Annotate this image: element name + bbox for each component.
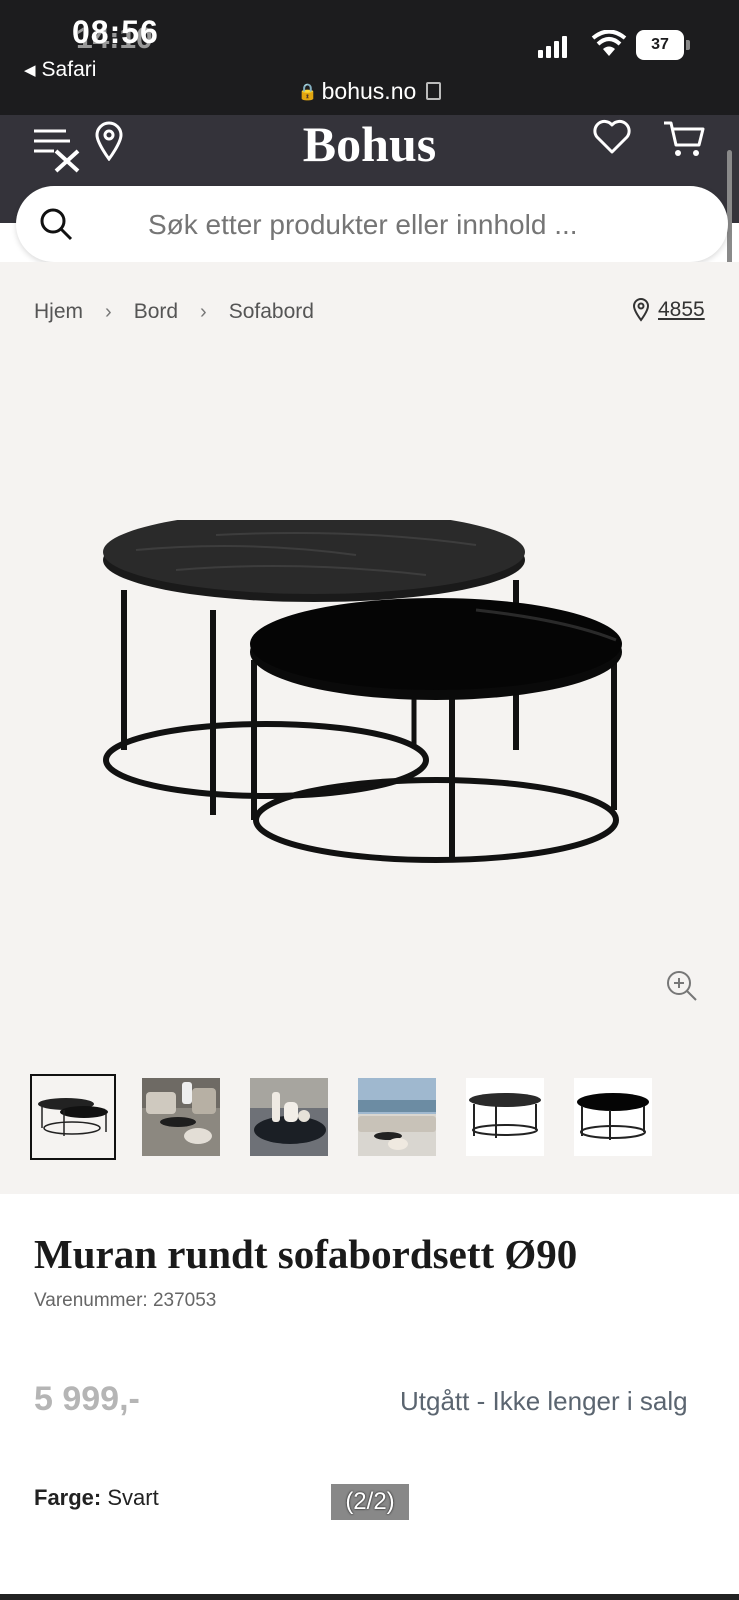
url-text: bohus.no xyxy=(321,78,417,104)
chevron-right-icon: › xyxy=(105,300,112,323)
store-number: 4855 xyxy=(658,298,705,321)
breadcrumb-home[interactable]: Hjem xyxy=(34,300,83,324)
thumbnail-2[interactable] xyxy=(142,1078,220,1156)
back-triangle-icon: ◀ xyxy=(24,62,36,79)
status-time: 08:56 xyxy=(72,14,159,50)
product-title: Muran rundt sofabordsett Ø90 xyxy=(34,1231,578,1277)
thumbnail-3[interactable] xyxy=(250,1078,328,1156)
bottom-bar xyxy=(0,1594,739,1600)
color-selector[interactable]: Farge: Svart xyxy=(34,1485,159,1511)
color-value: Svart xyxy=(107,1485,159,1510)
zoom-in-icon[interactable] xyxy=(666,970,698,1002)
image-counter: (2/2) xyxy=(331,1484,409,1520)
battery-icon: 37 xyxy=(636,30,690,60)
heart-icon[interactable] xyxy=(592,119,632,155)
thumbnail-1[interactable] xyxy=(30,1074,116,1160)
status-bar: 14:10 08:56 ◀ Safari 37 🔒 bohus.no xyxy=(0,0,739,115)
product-image[interactable] xyxy=(96,520,636,880)
search-bar[interactable] xyxy=(16,186,728,264)
search-icon xyxy=(40,208,73,241)
signal-icon xyxy=(538,32,567,58)
thumbnail-strip xyxy=(30,1074,652,1160)
breadcrumb-bord[interactable]: Bord xyxy=(134,300,178,324)
product-sku: Varenummer: 237053 xyxy=(34,1290,217,1311)
copy-icon xyxy=(426,82,442,100)
chevron-right-icon: › xyxy=(200,300,207,323)
color-label: Farge: xyxy=(34,1485,102,1510)
thumbnail-5[interactable] xyxy=(466,1078,544,1156)
availability-status: Utgått - Ikke lenger i salg xyxy=(400,1386,688,1416)
location-pin-icon xyxy=(632,298,650,322)
cart-icon[interactable] xyxy=(662,119,706,159)
thumbnail-4[interactable] xyxy=(358,1078,436,1156)
search-input[interactable] xyxy=(146,186,690,264)
address-bar[interactable]: 🔒 bohus.no xyxy=(0,78,739,105)
wifi-icon xyxy=(591,30,627,56)
product-price: 5 999,- xyxy=(34,1380,140,1418)
breadcrumb: Hjem › Bord › Sofabord xyxy=(34,300,314,324)
breadcrumb-sofabord[interactable]: Sofabord xyxy=(229,300,314,324)
lock-icon: 🔒 xyxy=(297,84,318,101)
thumbnail-6[interactable] xyxy=(574,1078,652,1156)
store-selector[interactable]: 4855 xyxy=(632,298,705,322)
